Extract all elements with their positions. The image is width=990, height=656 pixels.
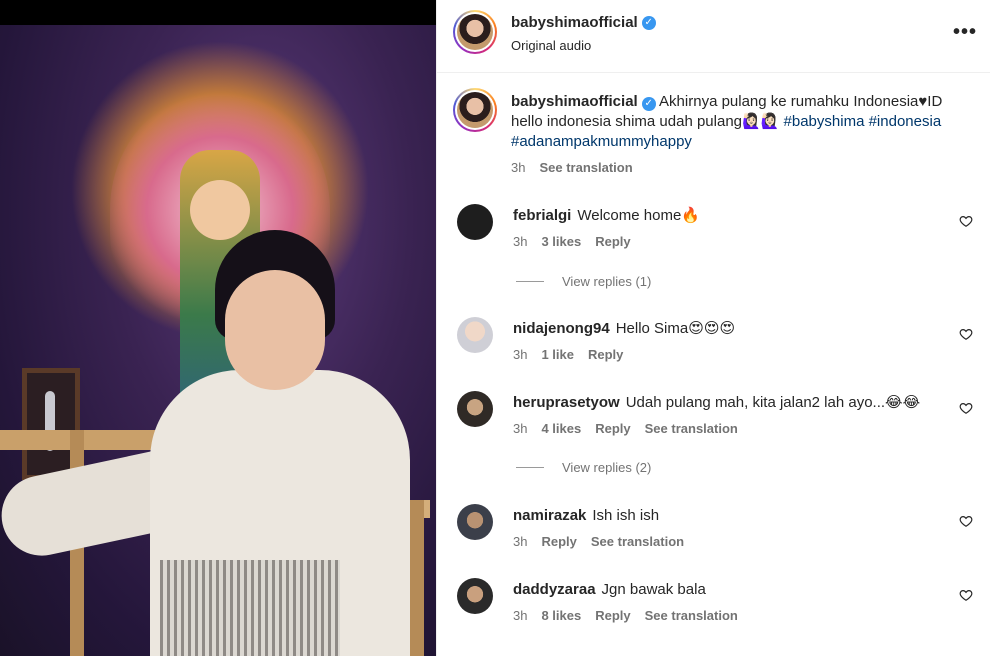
hashtag[interactable]: #indonesia <box>869 113 942 130</box>
heart-icon[interactable] <box>959 327 973 341</box>
dancing-person <box>0 230 430 656</box>
more-options-icon[interactable]: ••• <box>953 22 977 42</box>
reply-button[interactable]: Reply <box>588 347 623 362</box>
comment-likes[interactable]: 4 likes <box>541 421 581 436</box>
see-translation-link[interactable]: See translation <box>591 534 684 549</box>
hashtag[interactable]: #babyshima <box>784 113 865 130</box>
see-translation-link[interactable]: See translation <box>645 608 738 623</box>
comment-time[interactable]: 3h <box>513 347 527 362</box>
caption-avatar[interactable] <box>453 88 497 132</box>
post-header: babyshimaofficial ✓ Original audio ••• <box>437 0 990 73</box>
replies-divider <box>516 281 544 282</box>
comment-username[interactable]: heruprasetyow <box>513 394 620 411</box>
author-avatar[interactable] <box>453 10 497 54</box>
heart-icon[interactable] <box>959 214 973 228</box>
comment-text: Udah pulang mah, kita jalan2 lah ayo...😂… <box>625 394 921 411</box>
avatar[interactable] <box>457 317 493 353</box>
view-replies-button[interactable]: View replies (1) <box>516 274 651 289</box>
comment-likes[interactable]: 1 like <box>541 347 574 362</box>
heart-icon[interactable] <box>959 588 973 602</box>
comment-text: Ish ish ish <box>592 507 660 524</box>
comment-likes[interactable]: 8 likes <box>541 608 581 623</box>
avatar[interactable] <box>457 204 493 240</box>
heart-icon[interactable] <box>959 401 973 415</box>
avatar[interactable] <box>457 391 493 427</box>
comment-username[interactable]: daddyzaraa <box>513 581 596 598</box>
comment-time[interactable]: 3h <box>513 534 527 549</box>
author-username[interactable]: babyshimaofficial <box>511 14 638 31</box>
comment-username[interactable]: namirazak <box>513 507 586 524</box>
view-replies-label[interactable]: View replies (1) <box>562 274 651 289</box>
caption-time[interactable]: 3h <box>511 160 525 175</box>
post-details-panel: babyshimaofficial ✓ Original audio ••• b… <box>436 0 990 656</box>
caption-username[interactable]: babyshimaofficial <box>511 93 638 110</box>
comment-username[interactable]: febrialgi <box>513 207 571 224</box>
comment-likes[interactable]: 3 likes <box>541 234 581 249</box>
audio-label[interactable]: Original audio <box>511 38 591 53</box>
heart-icon[interactable] <box>959 514 973 528</box>
see-translation-link[interactable]: See translation <box>645 421 738 436</box>
comment-text: Jgn bawak bala <box>601 581 706 598</box>
post-media[interactable] <box>0 0 436 656</box>
hashtag[interactable]: #adanampakmummyhappy <box>511 133 692 150</box>
media-top-bar <box>0 0 436 25</box>
reply-button[interactable]: Reply <box>541 534 576 549</box>
avatar[interactable] <box>457 578 493 614</box>
comment-time[interactable]: 3h <box>513 421 527 436</box>
reply-button[interactable]: Reply <box>595 421 630 436</box>
comment-time[interactable]: 3h <box>513 608 527 623</box>
avatar[interactable] <box>457 504 493 540</box>
comment-time[interactable]: 3h <box>513 234 527 249</box>
view-replies-button[interactable]: View replies (2) <box>516 460 651 475</box>
comment-text: Hello Sima😍😍😍 <box>615 320 736 337</box>
see-translation-link[interactable]: See translation <box>539 160 632 175</box>
reply-button[interactable]: Reply <box>595 608 630 623</box>
comment-username[interactable]: nidajenong94 <box>513 320 610 337</box>
reply-button[interactable]: Reply <box>595 234 630 249</box>
verified-badge-icon: ✓ <box>641 15 656 30</box>
view-replies-label[interactable]: View replies (2) <box>562 460 651 475</box>
comment-text: Welcome home🔥 <box>577 207 700 224</box>
replies-divider <box>516 467 544 468</box>
verified-badge-icon: ✓ <box>641 97 656 111</box>
